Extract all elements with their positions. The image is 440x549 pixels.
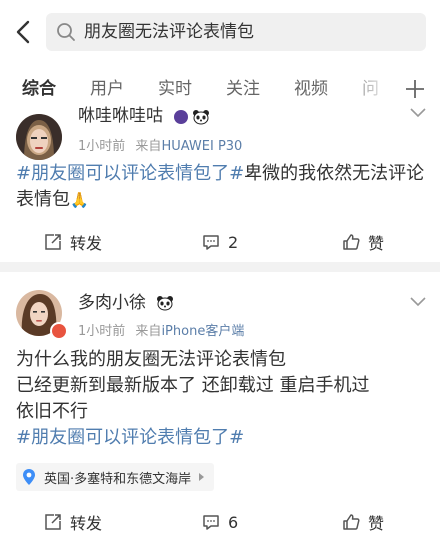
like-button[interactable]: 赞 [342, 220, 384, 264]
repost-icon [45, 514, 61, 530]
post-meta: 1小时前 来自HUAWEI P30 [78, 135, 242, 154]
comment-count: 2 [228, 232, 239, 252]
post-emoji: 🙏 [70, 191, 89, 209]
action-bar: 转发 6 赞 [0, 500, 440, 544]
post-card: 咻哇咻哇咕 1小时前 来自HUAWEI P30 #朋友圈可以评论表情包了#卑微的… [0, 106, 440, 262]
topic-link[interactable]: #朋友圈可以评论表情包了# [16, 163, 244, 184]
post-line: 为什么我的朋友圈无法评论表情包 [16, 349, 286, 370]
post-source[interactable]: HUAWEI P30 [161, 139, 242, 154]
repost-icon [45, 234, 61, 250]
post-text: #朋友圈可以评论表情包了#卑微的我依然无法评论表情包🙏 [16, 161, 426, 213]
post-text: 为什么我的朋友圈无法评论表情包 已经更新到最新版本了 还卸载过 重启手机过 依旧… [16, 347, 426, 451]
post-time: 1小时前 [78, 324, 126, 339]
location-label: 英国·多塞特和东德文海岸 [44, 471, 192, 487]
location-tag[interactable]: 英国·多塞特和东德文海岸 [16, 463, 215, 491]
panda-icon [157, 296, 173, 311]
post-card: 多肉小徐 1小时前 来自iPhone客户端 为什么我的朋友圈无法评论表情包 已经… [0, 272, 440, 549]
verified-badge [174, 110, 188, 124]
post-source[interactable]: iPhone客户端 [161, 324, 244, 339]
search-input[interactable]: 朋友圈无法评论表情包 [46, 13, 426, 51]
like-button[interactable]: 赞 [342, 500, 384, 544]
location-pin-icon [23, 469, 35, 485]
post-meta: 1小时前 来自iPhone客户端 [78, 320, 244, 339]
post-time: 1小时前 [78, 139, 126, 154]
like-icon [343, 234, 360, 250]
like-label: 赞 [368, 234, 385, 253]
comment-icon [203, 235, 219, 250]
chevron-right-icon [199, 473, 205, 481]
comment-button[interactable]: 6 [202, 500, 238, 544]
chevron-down-icon[interactable] [410, 108, 426, 118]
like-icon [343, 514, 360, 530]
action-bar: 转发 2 赞 [0, 220, 440, 264]
avatar-image [16, 114, 62, 160]
panda-icon [193, 110, 209, 125]
chevron-down-icon[interactable] [410, 297, 426, 307]
search-icon [57, 23, 75, 41]
like-label: 赞 [368, 514, 385, 533]
username[interactable]: 咻哇咻哇咕 [78, 106, 163, 126]
comment-icon [203, 515, 219, 530]
comment-count: 6 [228, 512, 239, 532]
search-query: 朋友圈无法评论表情包 [84, 22, 254, 42]
repost-label: 转发 [70, 234, 103, 253]
post-line: 已经更新到最新版本了 还卸载过 重启手机过 [16, 375, 370, 396]
plus-icon[interactable] [404, 78, 426, 100]
username[interactable]: 多肉小徐 [78, 292, 146, 314]
source-prefix: 来自 [135, 324, 162, 339]
top-bar: 朋友圈无法评论表情包 [0, 0, 440, 64]
comment-button[interactable]: 2 [202, 220, 238, 264]
repost-label: 转发 [70, 514, 103, 533]
repost-button[interactable]: 转发 [44, 500, 102, 544]
avatar[interactable] [16, 114, 62, 160]
back-icon [16, 20, 30, 44]
topic-link[interactable]: #朋友圈可以评论表情包了# [16, 425, 426, 451]
post-line: 依旧不行 [16, 401, 88, 422]
back-button[interactable] [10, 18, 38, 46]
source-prefix: 来自 [135, 139, 162, 154]
repost-button[interactable]: 转发 [44, 220, 102, 264]
user-badge [50, 322, 68, 340]
